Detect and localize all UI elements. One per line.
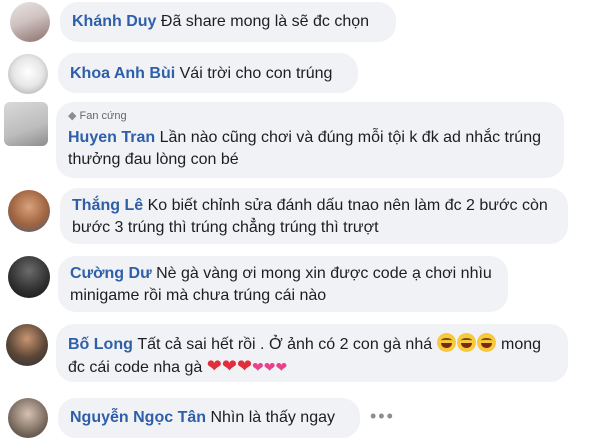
comment-bubble: Khánh Duy Đã share mong là sẽ đc chọn bbox=[60, 2, 396, 42]
avatar[interactable] bbox=[8, 190, 50, 232]
fan-badge: Fan cứng bbox=[79, 110, 127, 122]
comment-author[interactable]: Cường Dư bbox=[70, 265, 152, 282]
avatar[interactable] bbox=[6, 324, 48, 366]
comment-bubble: Nguyễn Ngọc Tân Nhìn là thấy ngay bbox=[58, 398, 360, 438]
comment-text-tail: mong bbox=[501, 336, 542, 353]
comment-7: Nguyễn Ngọc Tân Nhìn là thấy ngay ••• bbox=[0, 392, 600, 442]
comment-text: Ko biết chỉnh sửa đánh dấu tnao nên làm … bbox=[147, 197, 548, 214]
comment-bubble: Bố Long Tất cả sai hết rồi . Ở ảnh có 2 … bbox=[56, 324, 568, 382]
avatar[interactable] bbox=[8, 256, 50, 298]
comment-text: Nhìn là thấy ngay bbox=[210, 409, 335, 426]
comment-author[interactable]: Nguyễn Ngọc Tân bbox=[70, 409, 206, 426]
comment-author[interactable]: Thắng Lê bbox=[72, 197, 143, 214]
comment-author[interactable]: Khoa Anh Bùi bbox=[70, 65, 175, 82]
avatar[interactable] bbox=[10, 2, 50, 42]
comment-text: Tất cả sai hết rồi . Ở ảnh có 2 con gà n… bbox=[137, 336, 433, 353]
comment-text: Đã share mong là sẽ đc chọn bbox=[160, 13, 370, 30]
comment-bubble: Cường Dư Nè gà vàng ơi mong xin được cod… bbox=[58, 256, 508, 312]
comment-author[interactable]: Huyen Tran bbox=[68, 129, 155, 146]
comment-2: Khoa Anh Bùi Vái trời cho con trúng bbox=[0, 50, 600, 98]
comment-bubble: Khoa Anh Bùi Vái trời cho con trúng bbox=[58, 53, 358, 93]
diamond-icon: ◆ bbox=[68, 110, 77, 122]
comment-text: Lần nào cũng chơi và đúng mỗi tội k đk a… bbox=[159, 129, 541, 146]
comment-text: đc cái code nha gà bbox=[68, 359, 203, 376]
comment-text: bước 3 trúng thì trúng chẳng trúng thì t… bbox=[72, 219, 379, 236]
comment-text: minigame rồi mà chưa trúng cái nào bbox=[70, 287, 327, 304]
comment-6: Bố Long Tất cả sai hết rồi . Ở ảnh có 2 … bbox=[0, 322, 600, 386]
pink-hearts-emoji: ❤❤❤ bbox=[252, 359, 288, 375]
avatar[interactable] bbox=[8, 54, 48, 94]
comment-4: Thắng Lê Ko biết chỉnh sửa đánh dấu tnao… bbox=[0, 186, 600, 246]
comment-3: ◆ Fan cứng Huyen Tran Lần nào cũng chơi … bbox=[0, 100, 600, 180]
comment-1: Khánh Duy Đã share mong là sẽ đc chọn bbox=[0, 0, 600, 48]
laughing-emoji bbox=[436, 333, 497, 353]
avatar[interactable] bbox=[8, 398, 48, 438]
comment-5: Cường Dư Nè gà vàng ơi mong xin được cod… bbox=[0, 254, 600, 314]
comment-text: Vái trời cho con trúng bbox=[179, 65, 333, 82]
more-options-icon[interactable]: ••• bbox=[370, 406, 395, 427]
comment-text: thưởng đau lòng con bé bbox=[68, 151, 239, 168]
avatar[interactable] bbox=[4, 102, 48, 146]
comment-author[interactable]: Khánh Duy bbox=[72, 13, 156, 30]
comment-bubble: ◆ Fan cứng Huyen Tran Lần nào cũng chơi … bbox=[56, 102, 564, 178]
comment-author[interactable]: Bố Long bbox=[68, 336, 133, 353]
comment-text: Nè gà vàng ơi mong xin được code ạ chơi … bbox=[156, 265, 492, 282]
comment-bubble: Thắng Lê Ko biết chỉnh sửa đánh dấu tnao… bbox=[60, 188, 568, 244]
red-heart-emoji: ❤❤❤ bbox=[206, 356, 253, 376]
